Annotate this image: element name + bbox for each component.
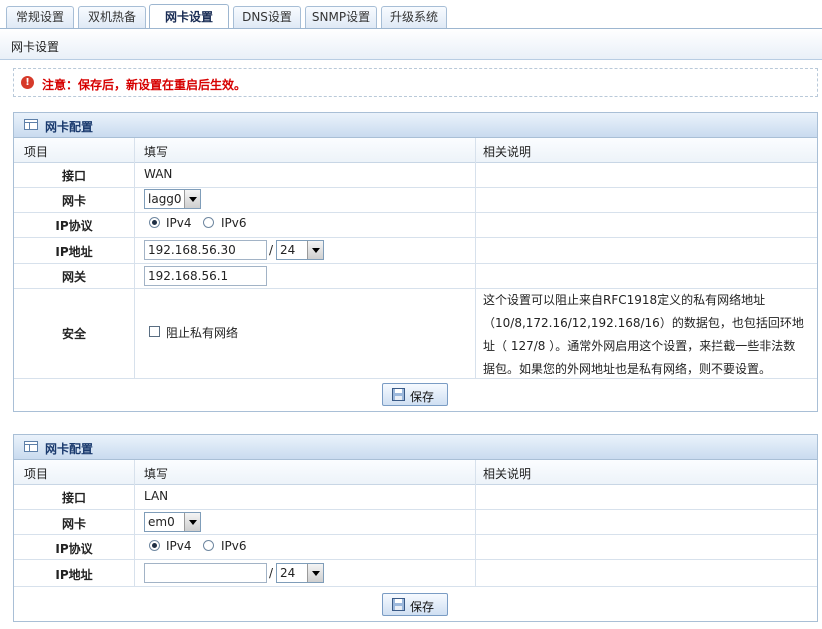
interface-value: LAN [144,489,169,503]
block-private-label: 阻止私有网络 [166,326,239,340]
wan-panel: 网卡配置 项目 填写 相关说明 接口 WAN 网卡 lagg0 IP协议 IPv… [13,112,818,412]
ipv4-label: IPv4 [166,539,192,553]
column-item: 项目 [24,467,49,481]
security-desc-line: （10/8,172.16/12,192.168/16）的数据包，也包括回环地 [483,316,804,330]
nic-select-value: em0 [148,515,175,529]
ip-address-label: IP地址 [55,245,93,259]
grid-divider [14,586,817,587]
lan-panel-title: 网卡配置 [45,442,94,456]
save-button-label: 保存 [410,600,435,614]
netmask-select-value: 24 [280,566,296,580]
ipv6-label: IPv6 [221,216,247,230]
ip-address-input[interactable] [144,563,267,583]
grid-divider [14,237,817,238]
netmask-select[interactable]: 24 [276,563,324,583]
nic-select[interactable]: em0 [144,512,201,532]
table-icon [24,441,38,452]
table-icon [24,119,38,130]
security-desc-line: 这个设置可以阻止来自RFC1918定义的私有网络地址 [483,293,766,307]
column-fill: 填写 [144,467,169,481]
ipv4-radio[interactable] [149,540,160,551]
grid-divider [14,263,817,264]
wan-panel-header: 网卡配置 [14,113,817,138]
page-header: 网卡设置 [0,29,822,60]
security-desc-line: 址（ 127/8 ）。通常外网启用这个设置，来拦截一些非法数 [483,339,796,353]
floppy-disk-icon [392,598,405,611]
tab-general[interactable]: 常规设置 [6,6,74,28]
tab-snmp[interactable]: SNMP设置 [305,6,377,28]
grid-divider [134,460,135,587]
ipv4-radio[interactable] [149,217,160,228]
grid-divider [14,212,817,213]
interface-label: 接口 [61,491,86,505]
lan-panel-header: 网卡配置 [14,435,817,460]
floppy-disk-icon [392,388,405,401]
ipv4-label: IPv4 [166,216,192,230]
column-fill: 填写 [144,145,169,159]
ipv6-radio[interactable] [203,540,214,551]
mask-separator: / [269,566,274,580]
netmask-select-value: 24 [280,243,296,257]
chevron-down-icon[interactable] [307,241,323,259]
column-desc: 相关说明 [483,467,532,481]
ipv6-label: IPv6 [221,539,247,553]
tab-dns[interactable]: DNS设置 [233,6,301,28]
grid-divider [134,138,135,378]
alert-icon: ! [21,76,34,89]
chevron-down-icon[interactable] [307,564,323,582]
security-desc-line: 据包。如果您的外网地址也是私有网络，则不要设置。 [483,362,772,376]
tab-bar: 常规设置 双机热备 网卡设置 DNS设置 SNMP设置 升级系统 [0,0,822,30]
wan-save-button[interactable]: 保存 [382,383,448,406]
ip-protocol-label: IP协议 [55,542,93,556]
save-button-label: 保存 [410,390,435,404]
ip-address-label: IP地址 [55,568,93,582]
nic-select-value: lagg0 [148,192,182,206]
grid-divider [14,559,817,560]
column-desc: 相关说明 [483,145,532,159]
ip-address-input[interactable] [144,240,267,260]
nic-label: 网卡 [61,194,86,208]
mask-separator: / [269,243,274,257]
lan-panel: 网卡配置 项目 填写 相关说明 接口 LAN 网卡 em0 IP协议 IPv4 … [13,434,818,622]
grid-divider [475,460,476,587]
wan-panel-title: 网卡配置 [45,120,94,134]
grid-divider [14,509,817,510]
ip-protocol-label: IP协议 [55,219,93,233]
tab-nic-settings[interactable]: 网卡设置 [149,4,229,29]
interface-label: 接口 [61,169,86,183]
page-title: 网卡设置 [11,40,60,54]
gateway-input[interactable] [144,266,267,286]
notice-text: 注意：保存后，新设置在重启后生效。 [42,78,247,92]
lan-save-button[interactable]: 保存 [382,593,448,616]
gateway-label: 网关 [61,270,86,284]
tab-ha[interactable]: 双机热备 [78,6,146,28]
nic-label: 网卡 [61,517,86,531]
ipv6-radio[interactable] [203,217,214,228]
column-item: 项目 [24,145,49,159]
block-private-checkbox[interactable] [149,326,160,337]
notice-box: ! 注意：保存后，新设置在重启后生效。 [13,68,818,97]
tab-upgrade[interactable]: 升级系统 [381,6,447,28]
interface-value: WAN [144,167,173,181]
grid-divider [475,138,476,378]
grid-divider [14,187,817,188]
security-label: 安全 [61,327,86,341]
nic-select[interactable]: lagg0 [144,189,201,209]
netmask-select[interactable]: 24 [276,240,324,260]
grid-divider [14,534,817,535]
chevron-down-icon[interactable] [184,513,200,531]
chevron-down-icon[interactable] [184,190,200,208]
